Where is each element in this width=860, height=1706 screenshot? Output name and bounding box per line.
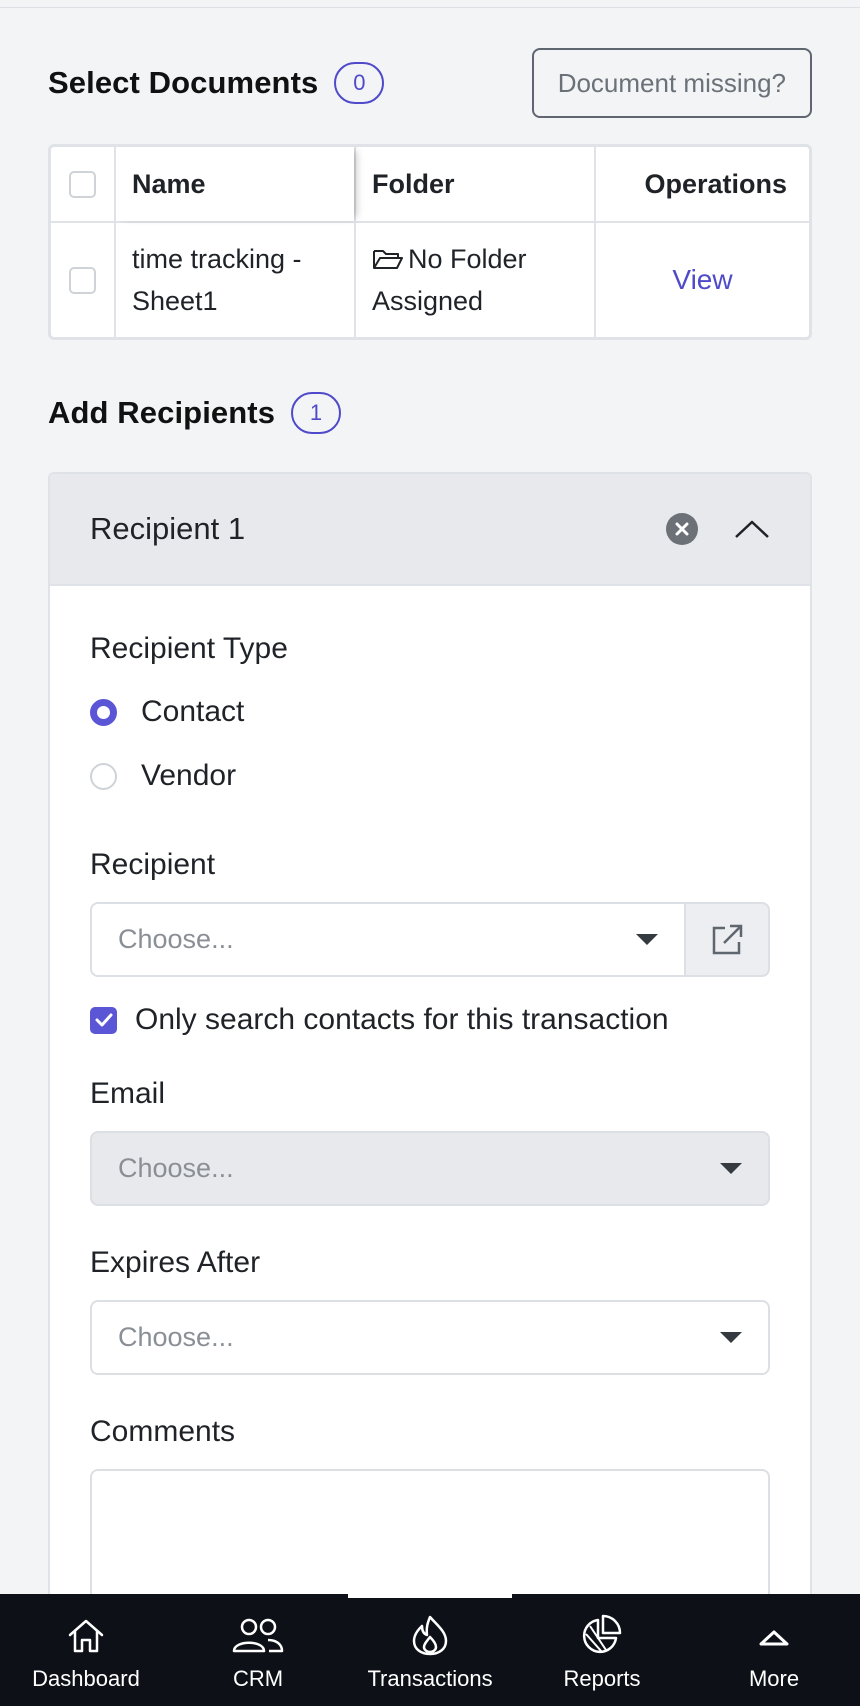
close-icon xyxy=(675,522,689,536)
caret-down-icon xyxy=(636,934,658,945)
active-nav-indicator xyxy=(348,1594,512,1598)
document-name: time tracking - Sheet1 xyxy=(114,223,354,337)
bottom-nav: Dashboard CRM Transactions Reports More xyxy=(0,1594,860,1706)
radio-vendor[interactable]: Vendor xyxy=(90,744,770,808)
folder-open-icon xyxy=(373,250,403,269)
nav-dashboard-label: Dashboard xyxy=(32,1666,140,1691)
comments-label: Comments xyxy=(90,1415,236,1448)
recipient-select[interactable]: Choose... xyxy=(90,902,686,977)
chevron-up-icon xyxy=(759,1630,789,1646)
open-recipient-external-button[interactable] xyxy=(686,902,770,977)
select-all-checkbox[interactable] xyxy=(69,170,96,198)
flame-icon xyxy=(412,1615,448,1656)
recipient-card-header[interactable]: Recipient 1 xyxy=(50,474,810,586)
radio-contact[interactable]: Contact xyxy=(90,680,770,744)
nav-dashboard[interactable]: Dashboard xyxy=(0,1594,172,1706)
email-select[interactable]: Choose... xyxy=(90,1131,770,1206)
recipient-card: Recipient 1 Recipient Type Contact Vendo… xyxy=(48,472,812,1628)
email-label: Email xyxy=(90,1077,166,1110)
column-header-folder[interactable]: Folder xyxy=(354,147,594,221)
top-divider xyxy=(0,0,860,8)
home-icon xyxy=(68,1619,104,1653)
radio-contact-input[interactable] xyxy=(90,698,117,726)
recipients-count-badge: 1 xyxy=(291,392,342,434)
expires-after-placeholder: Choose... xyxy=(118,1322,234,1352)
add-recipients-title: Add Recipients xyxy=(48,395,276,430)
collapse-recipient-button[interactable] xyxy=(734,517,770,541)
nav-more-label: More xyxy=(748,1666,800,1691)
remove-recipient-button[interactable] xyxy=(666,513,698,545)
documents-table: Name Folder Operations time tracking - S… xyxy=(48,144,812,340)
recipient-card-body: Recipient Type Contact Vendor Recipient … xyxy=(50,586,810,1626)
expires-after-select[interactable]: Choose... xyxy=(90,1300,770,1375)
expires-after-label: Expires After xyxy=(90,1246,261,1279)
radio-contact-label: Contact xyxy=(141,695,245,728)
nav-reports-label: Reports xyxy=(563,1666,641,1691)
view-document-link[interactable]: View xyxy=(672,259,732,301)
select-all-cell xyxy=(51,147,114,221)
document-folder-cell: No Folder Assigned xyxy=(354,223,594,337)
only-search-contacts-option[interactable]: Only search contacts for this transactio… xyxy=(90,1003,770,1037)
email-select-placeholder: Choose... xyxy=(118,1153,234,1183)
recipient-label: Recipient xyxy=(90,848,216,881)
column-header-operations: Operations xyxy=(594,147,809,221)
recipient-select-group: Choose... xyxy=(90,902,770,977)
row-checkbox[interactable] xyxy=(69,266,96,294)
documents-count-badge: 0 xyxy=(334,62,385,104)
chevron-up-icon xyxy=(735,520,769,538)
only-search-contacts-checkbox[interactable] xyxy=(90,1006,117,1034)
table-header-row: Name Folder Operations xyxy=(51,147,809,221)
pie-chart-icon xyxy=(582,1614,622,1654)
nav-transactions-label: Transactions xyxy=(367,1666,493,1691)
document-operations-cell: View xyxy=(594,223,809,337)
caret-down-icon xyxy=(720,1163,742,1174)
nav-reports[interactable]: Reports xyxy=(516,1594,688,1706)
users-icon xyxy=(232,1618,284,1653)
document-missing-button[interactable]: Document missing? xyxy=(531,48,812,118)
table-row: time tracking - Sheet1 No Folder Assigne… xyxy=(51,221,809,337)
add-recipients-header: Add Recipients 1 xyxy=(48,378,812,448)
radio-vendor-label: Vendor xyxy=(141,759,237,792)
nav-more[interactable]: More xyxy=(688,1594,860,1706)
recipient-card-title: Recipient 1 xyxy=(90,511,246,546)
nav-crm-label: CRM xyxy=(232,1666,284,1691)
column-header-name[interactable]: Name xyxy=(114,147,354,221)
nav-crm[interactable]: CRM xyxy=(172,1594,344,1706)
only-search-contacts-label: Only search contacts for this transactio… xyxy=(135,1003,669,1036)
select-documents-header: Select Documents 0 Document missing? xyxy=(48,48,812,118)
row-select-cell xyxy=(51,223,114,337)
select-documents-title: Select Documents xyxy=(48,65,319,100)
caret-down-icon xyxy=(720,1332,742,1343)
check-icon xyxy=(95,1013,112,1027)
page-content: Select Documents 0 Document missing? Nam… xyxy=(48,48,812,1628)
recipient-type-label: Recipient Type xyxy=(90,632,288,665)
external-link-icon xyxy=(712,924,743,954)
recipient-select-placeholder: Choose... xyxy=(118,924,234,954)
radio-vendor-input[interactable] xyxy=(90,762,117,790)
nav-transactions[interactable]: Transactions xyxy=(344,1594,516,1706)
